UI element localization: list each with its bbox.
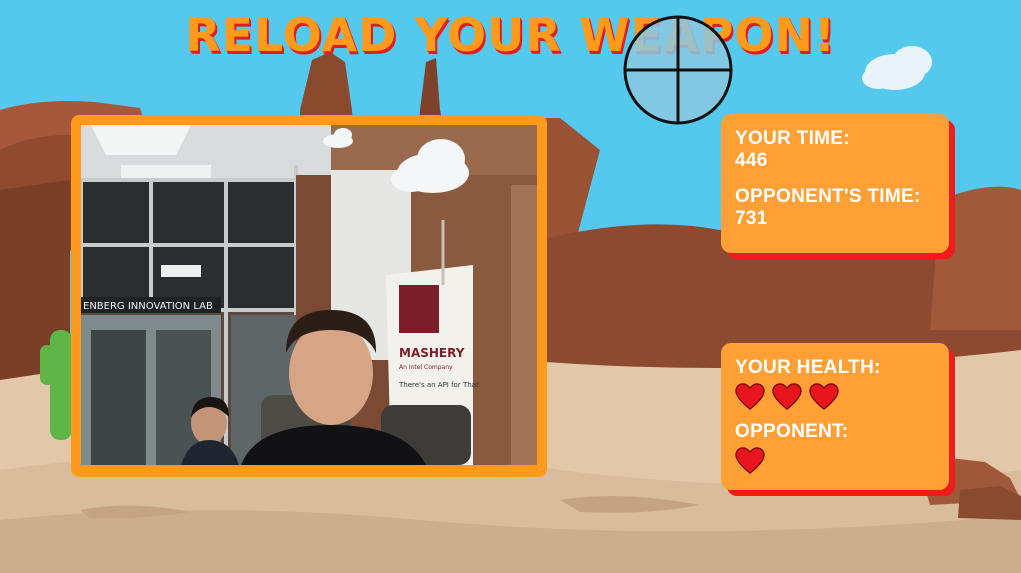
- webcam-frame: ENBERG INNOVATION LAB MASHERY An Intel C…: [71, 115, 547, 477]
- your-health-hearts: [735, 383, 935, 411]
- webcam-banner-tagline: There's an API for That: [398, 381, 479, 389]
- opponent-health-hearts: [735, 447, 935, 475]
- your-health-label: YOUR HEALTH:: [735, 357, 881, 378]
- your-time-value: 446: [735, 150, 768, 171]
- health-panel: YOUR HEALTH: OPPONENT:: [721, 343, 949, 490]
- crosshair-icon[interactable]: [622, 14, 734, 126]
- heart-icon: [735, 383, 765, 411]
- webcam-feed: ENBERG INNOVATION LAB MASHERY An Intel C…: [81, 125, 537, 465]
- heart-icon: [735, 447, 765, 475]
- heart-icon: [809, 383, 839, 411]
- opponent-time-value: 731: [735, 208, 768, 229]
- opponent-time-label: OPPONENT'S TIME:: [735, 186, 921, 207]
- opponent-health-label: OPPONENT:: [735, 421, 849, 442]
- webcam-sign-text: ENBERG INNOVATION LAB: [83, 301, 213, 312]
- time-panel: YOUR TIME: 446 OPPONENT'S TIME: 731: [721, 114, 949, 253]
- your-time-label: YOUR TIME:: [735, 128, 850, 149]
- webcam-image: ENBERG INNOVATION LAB MASHERY An Intel C…: [81, 125, 537, 465]
- heart-icon: [772, 383, 802, 411]
- webcam-banner-subtitle: An Intel Company: [399, 364, 453, 371]
- webcam-banner-title: MASHERY: [399, 346, 465, 360]
